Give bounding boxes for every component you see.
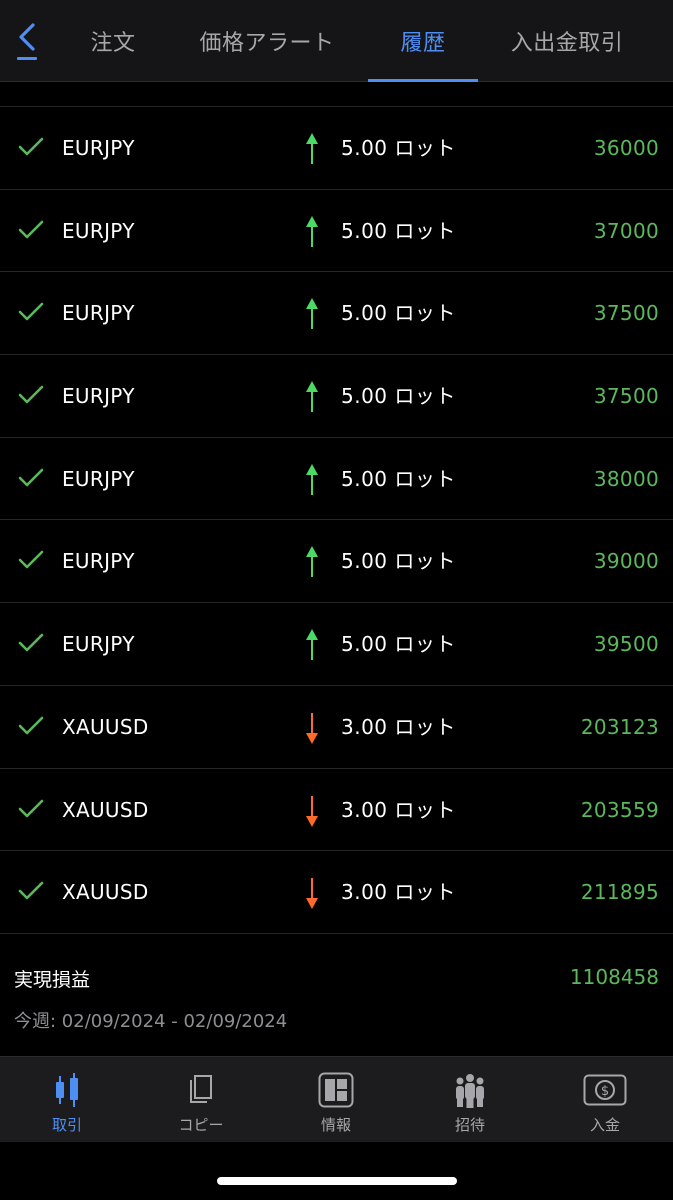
- trade-row[interactable]: XAUUSD 3.00 ロット 211895: [0, 851, 673, 934]
- copy-icon: [190, 1075, 212, 1103]
- trade-history-list: EURJPY 5.00 ロット 36000 EURJPY 5.00 ロット 37000 EU…: [0, 82, 673, 934]
- realized-pnl-summary: 実現損益 1108458 今週: 02/09/2024 - 02/09/2024: [0, 935, 673, 1055]
- trade-lots: 5.00 ロット: [341, 218, 456, 243]
- nav-info-label: 情報: [320, 1116, 351, 1134]
- checkmark-icon: [18, 219, 44, 245]
- trade-profit: 211895: [580, 880, 659, 905]
- trade-profit: 203123: [580, 714, 659, 739]
- trade-symbol: EURJPY: [62, 632, 135, 657]
- trade-row[interactable]: EURJPY 5.00 ロット 38000: [0, 438, 673, 521]
- trade-lots: 5.00 ロット: [341, 466, 456, 491]
- chevron-left-icon: [19, 23, 35, 51]
- trade-lots: 3.00 ロット: [341, 714, 456, 739]
- checkmark-icon: [18, 301, 44, 327]
- trade-lots: 5.00 ロット: [341, 384, 456, 409]
- arrow-up-icon: [303, 381, 321, 413]
- back-button-underline: [17, 57, 37, 60]
- arrow-down-icon: [303, 795, 321, 827]
- nav-deposit-label: 入金: [589, 1116, 620, 1134]
- top-tab-bar: 注文 価格アラート 履歴 入出金取引: [0, 0, 673, 82]
- date-range: 今週: 02/09/2024 - 02/09/2024: [14, 1011, 288, 1032]
- trade-lots: 5.00 ロット: [341, 136, 456, 160]
- trade-row[interactable]: EURJPY 5.00 ロット 36000: [0, 107, 673, 190]
- nav-info[interactable]: 情報: [269, 1057, 403, 1143]
- trade-profit: 39500: [593, 632, 659, 657]
- trade-symbol: EURJPY: [62, 301, 135, 326]
- arrow-down-icon: [303, 712, 321, 744]
- checkmark-icon: [18, 467, 44, 493]
- arrow-up-icon: [303, 215, 321, 248]
- tab-orders-label: 注文: [90, 31, 136, 56]
- checkmark-icon: [18, 549, 44, 575]
- trade-symbol: XAUUSD: [62, 880, 149, 905]
- tab-price-alerts[interactable]: 価格アラート: [186, 0, 348, 82]
- candlestick-chart-icon: [56, 1073, 78, 1107]
- app-root: 注文 価格アラート 履歴 入出金取引 EURJPY 5.00 ロット 36000 EU…: [0, 0, 673, 1200]
- nav-trade-label: 取引: [51, 1116, 82, 1134]
- arrow-up-icon: [303, 298, 321, 330]
- nav-copy[interactable]: コピー: [134, 1057, 268, 1143]
- nav-copy-label: コピー: [178, 1116, 224, 1134]
- trade-symbol: EURJPY: [62, 384, 135, 409]
- trade-lots: 5.00 ロット: [341, 549, 456, 574]
- trade-profit: 37000: [593, 218, 659, 243]
- trade-lots: 3.00 ロット: [341, 797, 456, 822]
- checkmark-icon: [18, 880, 44, 906]
- back-button[interactable]: [10, 22, 44, 66]
- checkmark-icon: [18, 798, 44, 824]
- trade-symbol: EURJPY: [62, 136, 135, 160]
- tab-history[interactable]: 履歴: [368, 0, 478, 82]
- tab-orders[interactable]: 注文: [72, 0, 154, 82]
- tab-deposit-withdrawal[interactable]: 入出金取引: [496, 0, 638, 82]
- realized-pnl-label: 実現損益: [14, 969, 91, 991]
- trade-row[interactable]: XAUUSD 3.00 ロット 203123: [0, 686, 673, 769]
- nav-trade[interactable]: 取引: [0, 1057, 134, 1143]
- svg-text:$: $: [601, 1084, 609, 1099]
- arrow-up-icon: [303, 546, 321, 578]
- trade-row[interactable]: EURJPY 5.00 ロット 37500: [0, 272, 673, 356]
- trade-row[interactable]: XAUUSD 3.00 ロット 203559: [0, 769, 673, 852]
- realized-pnl-total: 1108458: [569, 965, 659, 989]
- trade-profit: 203559: [580, 797, 659, 822]
- nav-deposit[interactable]: $ 入金: [538, 1057, 672, 1143]
- money-bill-icon: $: [583, 1074, 627, 1106]
- bottom-navigation: 取引 コピー 情報 招待 $ 入金: [0, 1056, 673, 1142]
- arrow-up-icon: [303, 133, 321, 165]
- trade-row[interactable]: EURJPY 5.00 ロット 39000: [0, 520, 673, 604]
- trade-symbol: EURJPY: [62, 466, 135, 491]
- dashboard-icon: [318, 1072, 354, 1108]
- trade-lots: 5.00 ロット: [341, 301, 456, 326]
- tab-deposit-withdrawal-label: 入出金取引: [510, 31, 624, 56]
- checkmark-icon: [18, 384, 44, 410]
- nav-invite[interactable]: 招待: [403, 1057, 537, 1143]
- trade-profit: 39000: [593, 549, 659, 574]
- trade-symbol: XAUUSD: [62, 797, 149, 822]
- trade-profit: 38000: [593, 466, 659, 491]
- checkmark-icon: [18, 632, 44, 658]
- partial-row: [0, 82, 673, 107]
- tab-price-alerts-label: 価格アラート: [199, 31, 335, 56]
- people-group-icon: [456, 1074, 484, 1108]
- trade-profit: 37500: [593, 384, 659, 409]
- trade-profit: 37500: [593, 301, 659, 326]
- trade-profit: 36000: [593, 136, 659, 160]
- trade-row[interactable]: EURJPY 5.00 ロット 37500: [0, 355, 673, 438]
- trade-symbol: EURJPY: [62, 218, 135, 243]
- arrow-down-icon: [303, 877, 321, 910]
- trade-row[interactable]: EURJPY 5.00 ロット 37000: [0, 190, 673, 273]
- home-indicator: [217, 1177, 457, 1185]
- trade-symbol: XAUUSD: [62, 714, 149, 739]
- nav-invite-label: 招待: [454, 1116, 485, 1134]
- checkmark-icon: [18, 715, 44, 741]
- arrow-up-icon: [303, 463, 321, 496]
- trade-lots: 3.00 ロット: [341, 880, 456, 905]
- trade-symbol: EURJPY: [62, 549, 135, 574]
- arrow-up-icon: [303, 629, 321, 661]
- checkmark-icon: [18, 136, 44, 162]
- tab-history-label: 履歴: [400, 31, 446, 56]
- trade-lots: 5.00 ロット: [341, 632, 456, 657]
- trade-row[interactable]: EURJPY 5.00 ロット 39500: [0, 603, 673, 686]
